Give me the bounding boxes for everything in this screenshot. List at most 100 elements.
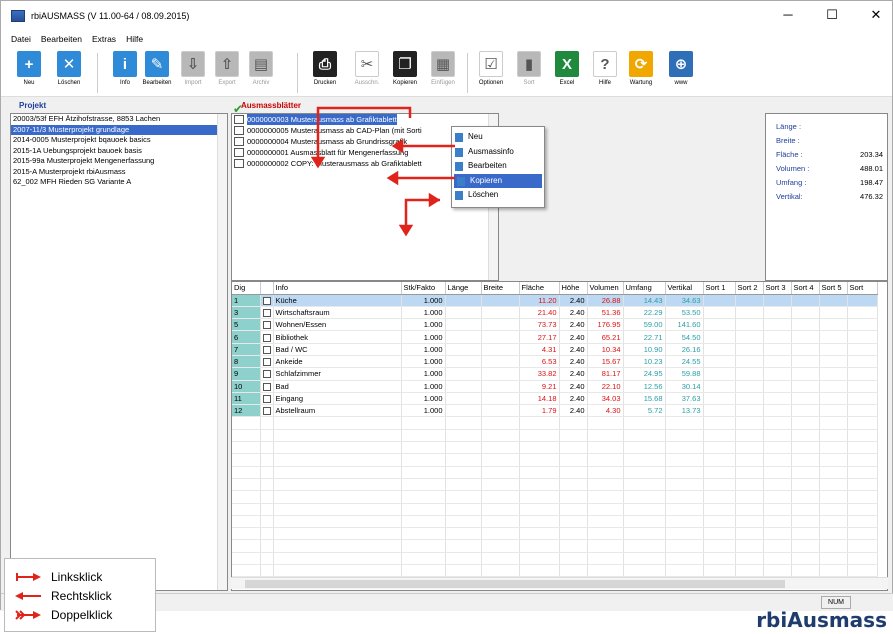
row-checkbox-cell[interactable] bbox=[260, 404, 274, 418]
grid-horizontal-scrollbar[interactable] bbox=[231, 577, 888, 589]
row-checkbox-cell[interactable] bbox=[260, 306, 274, 320]
row-checkbox-cell[interactable] bbox=[260, 367, 274, 381]
table-row[interactable]: 9 Schlafzimmer 1.000 33.82 2.40 81.17 24.95 59.… bbox=[232, 367, 878, 381]
column-header[interactable]: Sort 5 bbox=[819, 282, 848, 295]
table-row[interactable] bbox=[232, 490, 878, 504]
column-header[interactable]: Sort bbox=[847, 282, 878, 295]
ausmass-checkbox[interactable] bbox=[234, 159, 244, 168]
context-menu-item-kopieren[interactable]: Kopieren bbox=[454, 173, 542, 188]
row-checkbox-cell[interactable] bbox=[260, 392, 274, 406]
maximize-button[interactable]: ☐ bbox=[822, 7, 842, 23]
table-row[interactable] bbox=[232, 429, 878, 443]
context-menu-item-neu[interactable]: Neu bbox=[452, 130, 544, 145]
table-row[interactable] bbox=[232, 441, 878, 455]
projekt-scrollbar[interactable] bbox=[217, 114, 227, 590]
table-row[interactable] bbox=[232, 527, 878, 541]
table-row[interactable] bbox=[232, 416, 878, 430]
column-header[interactable]: Breite bbox=[481, 282, 520, 295]
ausmass-list-item[interactable]: 0000000003 Musterausmass ab Grafiktablet… bbox=[232, 114, 498, 125]
context-menu-item-bearbeiten[interactable]: Bearbeiten bbox=[452, 159, 544, 174]
column-header[interactable]: Umfang bbox=[623, 282, 666, 295]
column-header[interactable]: Sort 3 bbox=[763, 282, 792, 295]
table-row[interactable] bbox=[232, 466, 878, 479]
row-checkbox-cell[interactable] bbox=[260, 441, 274, 455]
row-checkbox[interactable] bbox=[262, 370, 271, 379]
toolbar-export-button[interactable]: ⇧ Export bbox=[211, 51, 243, 95]
row-checkbox[interactable] bbox=[262, 395, 271, 404]
row-checkbox-cell[interactable] bbox=[260, 527, 274, 541]
row-checkbox-cell[interactable] bbox=[260, 429, 274, 443]
context-menu-item-löschen[interactable]: Löschen bbox=[452, 188, 544, 203]
table-row[interactable] bbox=[232, 515, 878, 529]
table-row[interactable]: 1 Küche 1.000 11.20 2.40 26.88 14.43 34.63 bbox=[232, 294, 878, 307]
row-checkbox-cell[interactable] bbox=[260, 539, 274, 553]
row-checkbox-cell[interactable] bbox=[260, 318, 274, 332]
row-checkbox-cell[interactable] bbox=[260, 490, 274, 504]
ausmass-checkbox[interactable] bbox=[234, 115, 244, 124]
row-checkbox[interactable] bbox=[262, 358, 271, 367]
row-checkbox-cell[interactable] bbox=[260, 355, 274, 369]
toolbar-import-button[interactable]: ⇩ Import bbox=[177, 51, 209, 95]
context-menu-item-ausmassinfo[interactable]: Ausmassinfo bbox=[452, 145, 544, 160]
ausmass-checkbox[interactable] bbox=[234, 148, 244, 157]
measurement-grid[interactable]: Dig Info Stk/Fakto Länge Breite Fläche Höhe Vol… bbox=[231, 281, 888, 591]
row-checkbox[interactable] bbox=[262, 345, 271, 354]
toolbar-info-button[interactable]: i Info bbox=[109, 51, 141, 95]
table-row[interactable]: 6 Bibliothek 1.000 27.17 2.40 65.21 22.71 54.50 bbox=[232, 330, 878, 344]
column-header[interactable]: Stk/Fakto bbox=[401, 282, 446, 295]
minimize-button[interactable]: ─ bbox=[778, 7, 798, 23]
menu-bearbeiten[interactable]: Bearbeiten bbox=[41, 34, 82, 44]
toolbar-new-doc-button[interactable]: + Neu bbox=[13, 51, 45, 95]
ausmass-checkbox[interactable] bbox=[234, 126, 244, 135]
row-checkbox[interactable] bbox=[262, 407, 271, 416]
column-header[interactable]: Fläche bbox=[519, 282, 560, 295]
column-header[interactable]: Volumen bbox=[587, 282, 624, 295]
projekt-list-item[interactable]: 2007-11/3 Musterprojekt grundlage bbox=[11, 124, 227, 135]
row-checkbox-cell[interactable] bbox=[260, 294, 274, 307]
projekt-list-item[interactable]: 2014-0005 Musterprojekt bqauoek basics bbox=[11, 135, 227, 146]
row-checkbox-cell[interactable] bbox=[260, 330, 274, 344]
projekt-list-item[interactable]: 62_002 MFH Rieden SG Variante A bbox=[11, 177, 227, 188]
row-checkbox-cell[interactable] bbox=[260, 466, 274, 479]
row-checkbox-cell[interactable] bbox=[260, 564, 274, 578]
toolbar-delete-doc-button[interactable]: ✕ Löschen bbox=[53, 51, 85, 95]
column-header[interactable]: Sort 2 bbox=[735, 282, 764, 295]
table-row[interactable] bbox=[232, 539, 878, 553]
menu-datei[interactable]: Datei bbox=[11, 34, 31, 44]
table-row[interactable]: 5 Wohnen/Essen 1.000 73.73 2.40 176.95 59.00 14… bbox=[232, 318, 878, 332]
toolbar-paste-button[interactable]: ▦ Einfügen bbox=[427, 51, 459, 95]
toolbar-globe-button[interactable]: ⊕ www bbox=[665, 51, 697, 95]
table-row[interactable]: 7 Bad / WC 1.000 4.31 2.40 10.34 10.90 26.16 bbox=[232, 343, 878, 356]
menu-extras[interactable]: Extras bbox=[92, 34, 116, 44]
column-header[interactable]: Vertikal bbox=[665, 282, 704, 295]
row-checkbox[interactable] bbox=[262, 308, 271, 317]
column-header[interactable]: Dig bbox=[232, 282, 261, 295]
row-checkbox-cell[interactable] bbox=[260, 515, 274, 529]
toolbar-sort-button[interactable]: ▮ Sort bbox=[513, 51, 545, 95]
column-header[interactable]: Höhe bbox=[559, 282, 588, 295]
toolbar-options-button[interactable]: ☑ Optionen bbox=[475, 51, 507, 95]
toolbar-help-button[interactable]: ? Hilfe bbox=[589, 51, 621, 95]
row-checkbox-cell[interactable] bbox=[260, 416, 274, 430]
row-checkbox-cell[interactable] bbox=[260, 453, 274, 467]
projekt-list-item[interactable]: 2015-1A Uebungsprojekt bauoek basis bbox=[11, 146, 227, 157]
column-header[interactable]: Sort 4 bbox=[791, 282, 820, 295]
column-header[interactable]: Sort 1 bbox=[703, 282, 736, 295]
table-row[interactable] bbox=[232, 453, 878, 467]
row-checkbox-cell[interactable] bbox=[260, 380, 274, 393]
table-row[interactable]: 11 Eingang 1.000 14.18 2.40 34.03 15.68 37.63 bbox=[232, 392, 878, 406]
row-checkbox[interactable] bbox=[262, 333, 271, 342]
projekt-list[interactable]: 20003/53f EFH Ätzihofstrasse, 8853 Lache… bbox=[10, 113, 228, 591]
ausmass-checkbox[interactable] bbox=[234, 137, 244, 146]
scroll-thumb[interactable] bbox=[245, 580, 785, 588]
table-row[interactable] bbox=[232, 503, 878, 516]
projekt-list-item[interactable]: 2015-99a Musterprojekt Mengenerfassung bbox=[11, 156, 227, 167]
column-header[interactable]: Länge bbox=[445, 282, 482, 295]
menu-hilfe[interactable]: Hilfe bbox=[126, 34, 143, 44]
table-row[interactable]: 3 Wirtschaftsraum 1.000 21.40 2.40 51.36 22.29… bbox=[232, 306, 878, 320]
table-row[interactable] bbox=[232, 478, 878, 492]
toolbar-maintenance-button[interactable]: ⟳ Wartung bbox=[625, 51, 657, 95]
table-row[interactable] bbox=[232, 552, 878, 566]
toolbar-archive-button[interactable]: ▤ Archiv bbox=[245, 51, 277, 95]
close-button[interactable]: ✕ bbox=[866, 7, 886, 23]
